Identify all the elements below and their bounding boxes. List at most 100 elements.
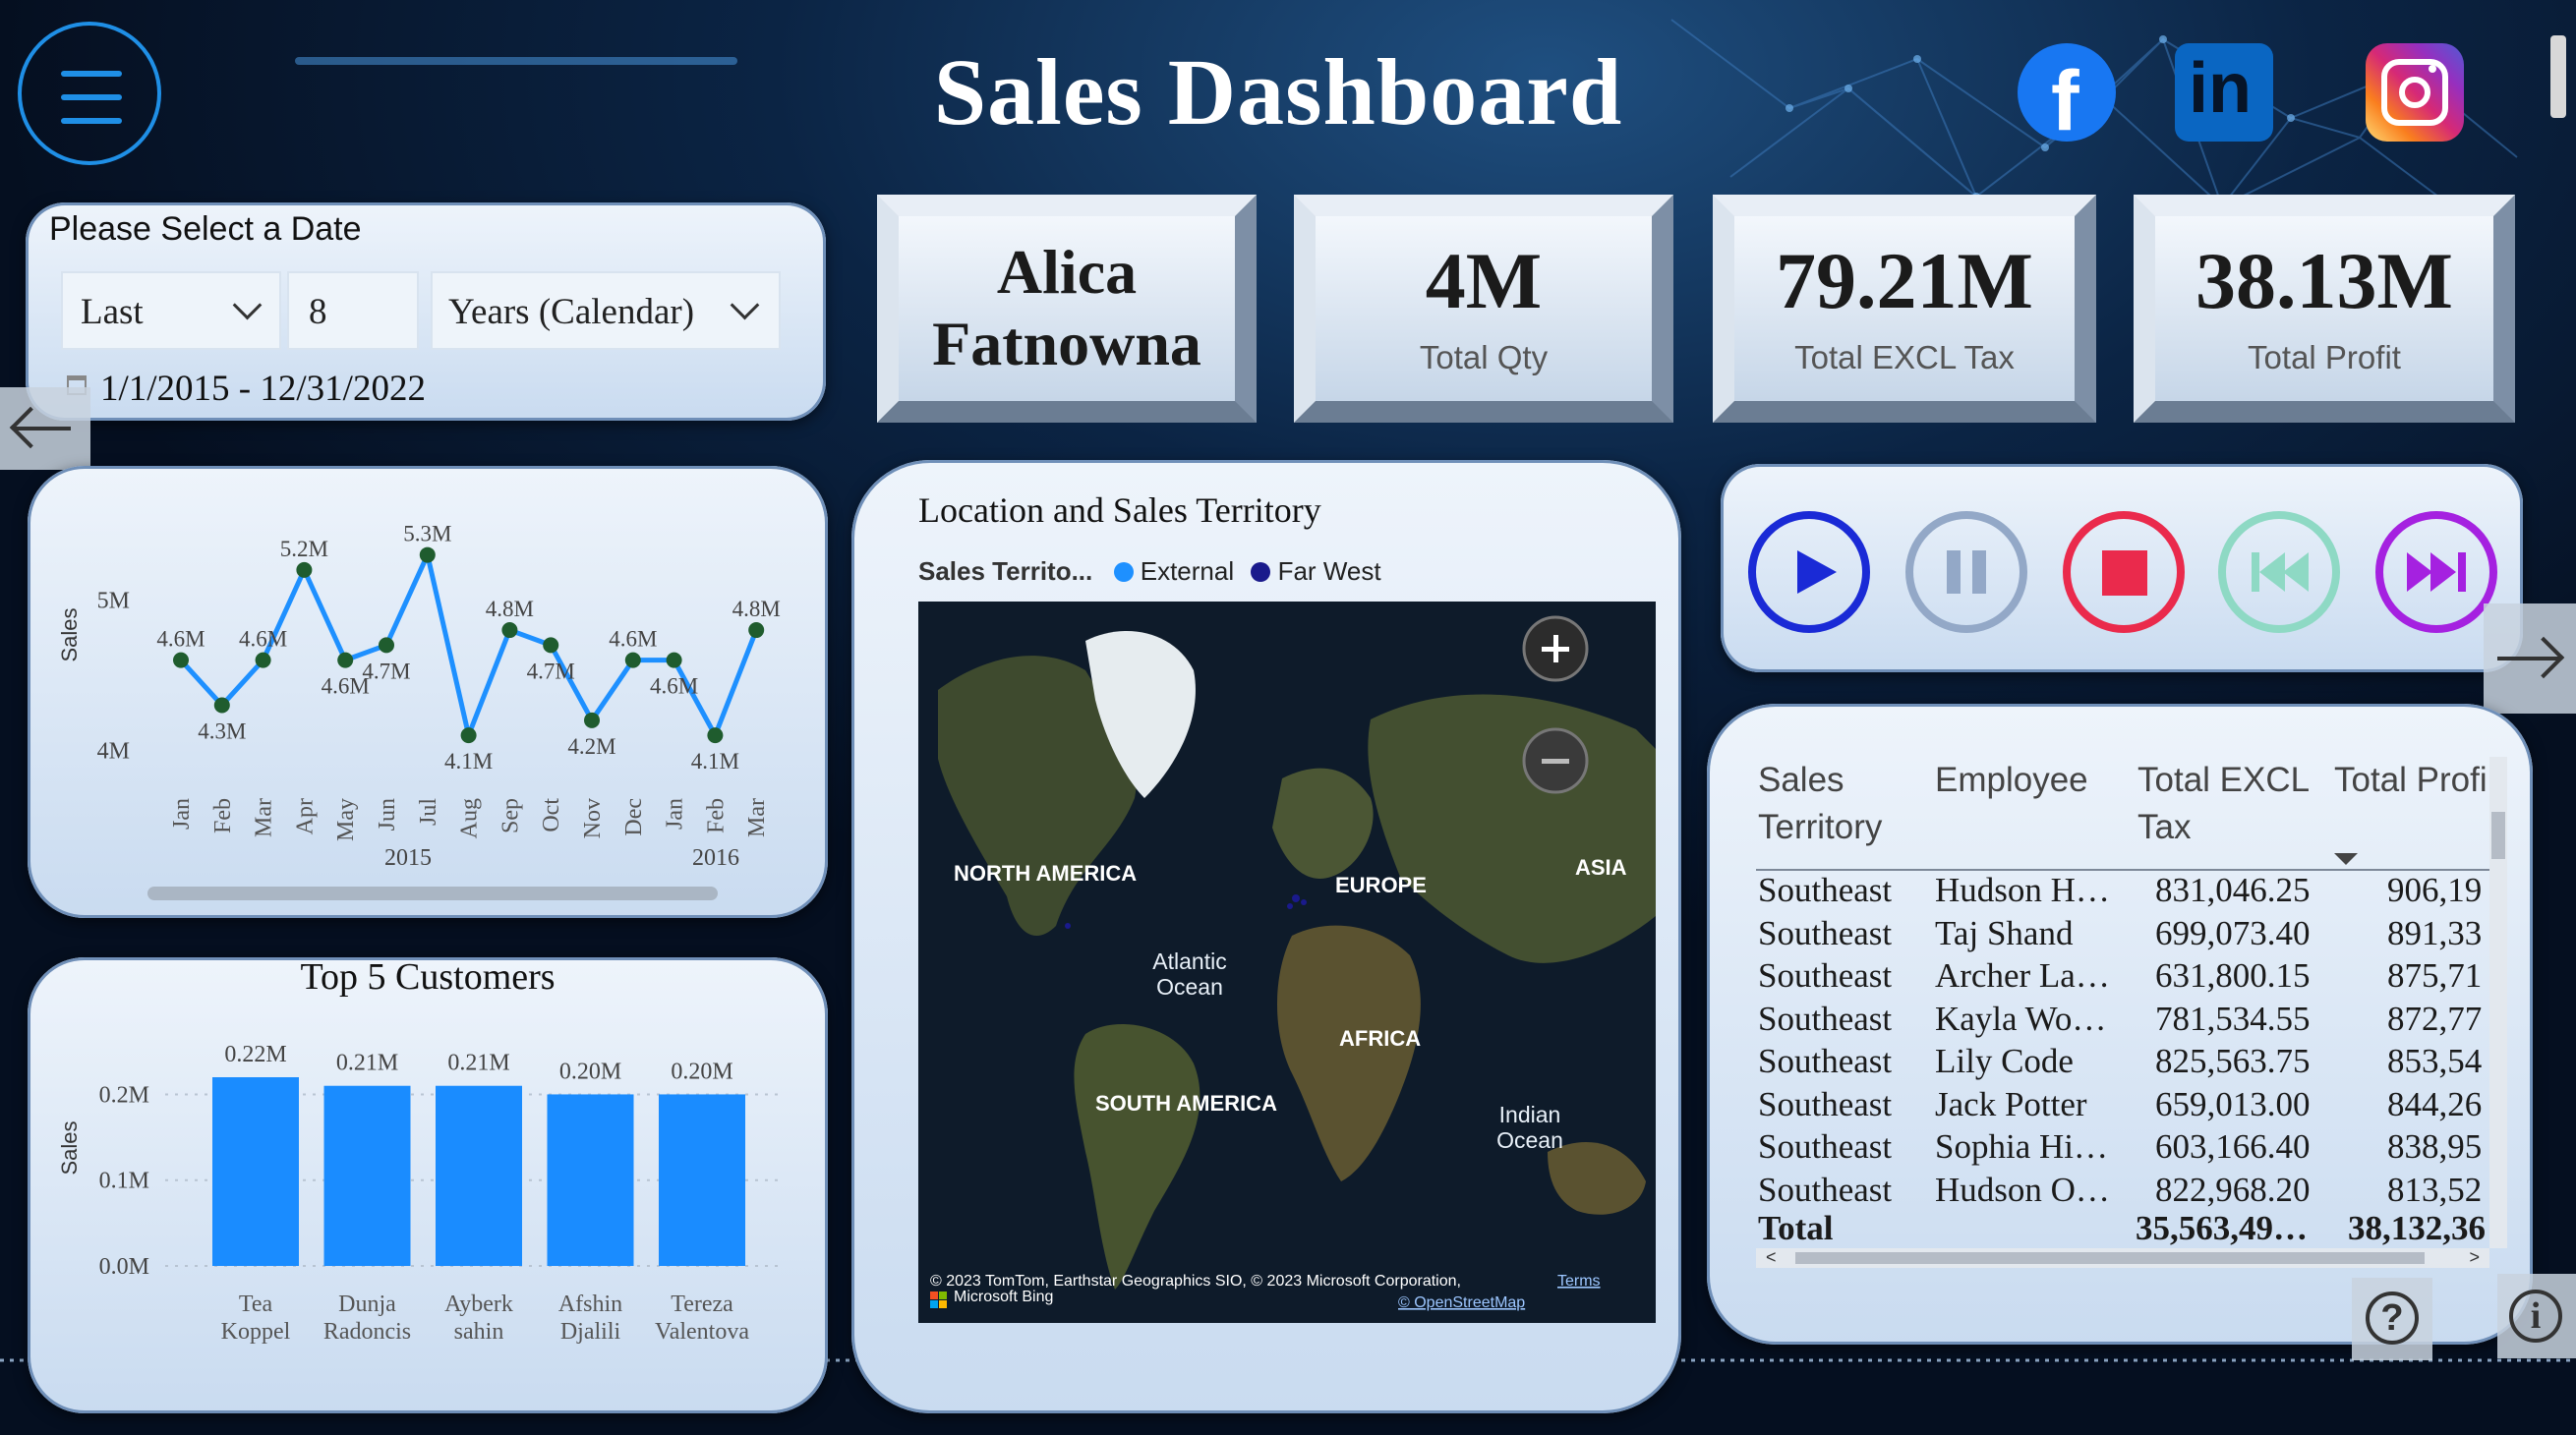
skip-back-button[interactable] — [2218, 511, 2340, 633]
stop-icon — [2102, 550, 2147, 596]
line-point-2 — [255, 652, 271, 668]
cell-profit: 906,19 — [2387, 871, 2483, 909]
line-point-1 — [213, 697, 230, 714]
sales-line-chart: Sales 5M 4M 4.6M 4.3M 4.6M 5.2M 4.6M 4.7M 5.3M 4.1… — [57, 522, 781, 871]
question-icon: ? — [2366, 1292, 2419, 1345]
table-hscrollbar[interactable]: < > — [1756, 1247, 2489, 1268]
cell-territory: Southeast — [1758, 1127, 1893, 1166]
bar-label-4: 0.20M — [671, 1059, 732, 1084]
line-point-11 — [624, 652, 641, 668]
line-xtick-11: Dec — [621, 798, 647, 836]
total-excl-tax-value: 79.21M — [1776, 236, 2033, 325]
bar-label-1: 0.21M — [336, 1051, 398, 1076]
line-label-10: 4.2M — [567, 734, 615, 759]
line-xtick-14: Mar — [744, 798, 770, 837]
line-xtick-7: Aug — [457, 798, 483, 838]
year-label-2015: 2015 — [384, 845, 432, 871]
date-filter-title: Please Select a Date — [49, 210, 362, 248]
zoom-in-button[interactable] — [1522, 615, 1589, 682]
stop-button[interactable] — [2063, 511, 2185, 633]
date-range: 1/1/2015 - 12/31/2022 — [100, 369, 426, 409]
bar-3 — [547, 1094, 634, 1266]
zoom-out-button[interactable] — [1522, 727, 1589, 794]
info-button[interactable]: i — [2497, 1274, 2576, 1358]
unit-value: Years (Calendar) — [448, 292, 695, 332]
cell-profit: 872,77 — [2387, 999, 2483, 1038]
line-label-5: 4.7M — [362, 659, 410, 683]
line-xtick-9: Oct — [539, 798, 564, 832]
line-point-13 — [707, 727, 724, 744]
line-xtick-3: Apr — [292, 798, 318, 834]
total-excl-tax-label: Total EXCL Tax — [1794, 339, 2015, 375]
help-button[interactable]: ? — [2352, 1278, 2432, 1360]
legend-dot-external — [1113, 562, 1134, 582]
facebook-icon[interactable]: f — [2018, 43, 2116, 144]
forward-arrow-button[interactable] — [2484, 603, 2576, 714]
play-button[interactable] — [1748, 511, 1870, 633]
sort-desc-icon — [2334, 853, 2358, 865]
cell-profit: 891,33 — [2387, 913, 2483, 952]
back-arrow-button[interactable] — [0, 387, 90, 470]
line-point-7 — [460, 727, 477, 744]
line-point-14 — [748, 622, 765, 639]
skip-forward-button[interactable] — [2375, 511, 2497, 633]
top-customers-bar-chart: Sales 0.2M 0.1M 0.0M 0.22M TeaKoppel 0.21M Dunj… — [57, 1042, 785, 1345]
chevron-down-icon — [232, 290, 263, 320]
cell-excl-tax: 631,800.15 — [2155, 956, 2311, 995]
bar-4 — [659, 1094, 745, 1266]
total-qty-label: Total Qty — [1419, 339, 1549, 375]
period-select[interactable]: Last — [61, 271, 281, 350]
label-south-america: SOUTH AMERICA — [1095, 1091, 1277, 1116]
header-employee[interactable]: Employee — [1935, 757, 2088, 804]
line-xtick-10: Nov — [580, 798, 606, 838]
header-total-profit[interactable]: Total Profi — [2334, 757, 2488, 804]
line-label-7: 4.1M — [444, 749, 493, 774]
linkedin-icon[interactable]: in — [2175, 43, 2273, 142]
cell-territory: Southeast — [1758, 999, 1893, 1038]
line-chart-scrollbar[interactable] — [147, 887, 718, 900]
legend-far-west: Far West — [1277, 556, 1381, 586]
map-terms-link[interactable]: Terms — [1557, 1273, 1601, 1290]
pause-button[interactable] — [1905, 511, 2027, 633]
cell-territory: Southeast — [1758, 956, 1893, 995]
table-vscrollbar[interactable] — [2489, 757, 2507, 1248]
line-xtick-2: Mar — [252, 798, 277, 837]
unit-select[interactable]: Years (Calendar) — [431, 271, 781, 350]
line-xtick-12: Jan — [663, 798, 688, 830]
skip-forward-icon — [2407, 552, 2432, 592]
line-xtick-5: Jun — [375, 798, 400, 831]
cell-profit: 853,54 — [2387, 1042, 2483, 1080]
header-sales-territory[interactable]: Sales Territory — [1758, 757, 1905, 851]
world-map[interactable]: NORTH AMERICA EUROPE ASIA AFRICA SOUTH A… — [918, 602, 1656, 1323]
total-qty-card: 4M Total Qty — [1294, 195, 1673, 423]
line-label-6: 5.3M — [403, 522, 451, 546]
total-profit: 38,132,36 — [2348, 1209, 2486, 1247]
osm-link[interactable]: © OpenStreetMap — [1398, 1294, 1525, 1311]
bar-xtick-2-line2: sahin — [454, 1319, 504, 1345]
pause-icon — [1947, 550, 1961, 594]
line-label-2: 4.6M — [239, 627, 287, 652]
total-label: Total — [1758, 1209, 1834, 1247]
label-europe: EUROPE — [1335, 873, 1427, 897]
cell-territory: Southeast — [1758, 1084, 1893, 1123]
line-label-8: 4.8M — [486, 597, 534, 621]
cell-profit: 838,95 — [2387, 1127, 2483, 1166]
page-scrollbar[interactable] — [2550, 35, 2566, 118]
line-xtick-6: Jul — [416, 798, 441, 826]
instagram-icon[interactable] — [2366, 43, 2464, 142]
legend-dot-far-west — [1251, 562, 1271, 582]
header-total-excl-tax[interactable]: Total EXCL Tax — [2137, 757, 2334, 851]
count-input[interactable]: 8 — [287, 271, 419, 350]
bar-ytick-0: 0.2M — [99, 1082, 149, 1108]
bar-2 — [436, 1085, 522, 1266]
employee-card: Alica Fatnowna — [877, 195, 1257, 423]
map-title: Location and Sales Territory — [918, 490, 1321, 530]
legend-external: External — [1140, 556, 1235, 586]
bar-xtick-3-line1: Afshin — [558, 1292, 622, 1317]
label-ocean-2: Ocean — [1496, 1127, 1563, 1153]
line-xtick-4: May — [333, 798, 359, 841]
cell-employee: Lily Code — [1935, 1042, 2074, 1080]
line-label-0: 4.6M — [156, 627, 205, 652]
total-profit-value: 38.13M — [2195, 236, 2453, 325]
legend-title: Sales Territo... — [918, 556, 1093, 586]
